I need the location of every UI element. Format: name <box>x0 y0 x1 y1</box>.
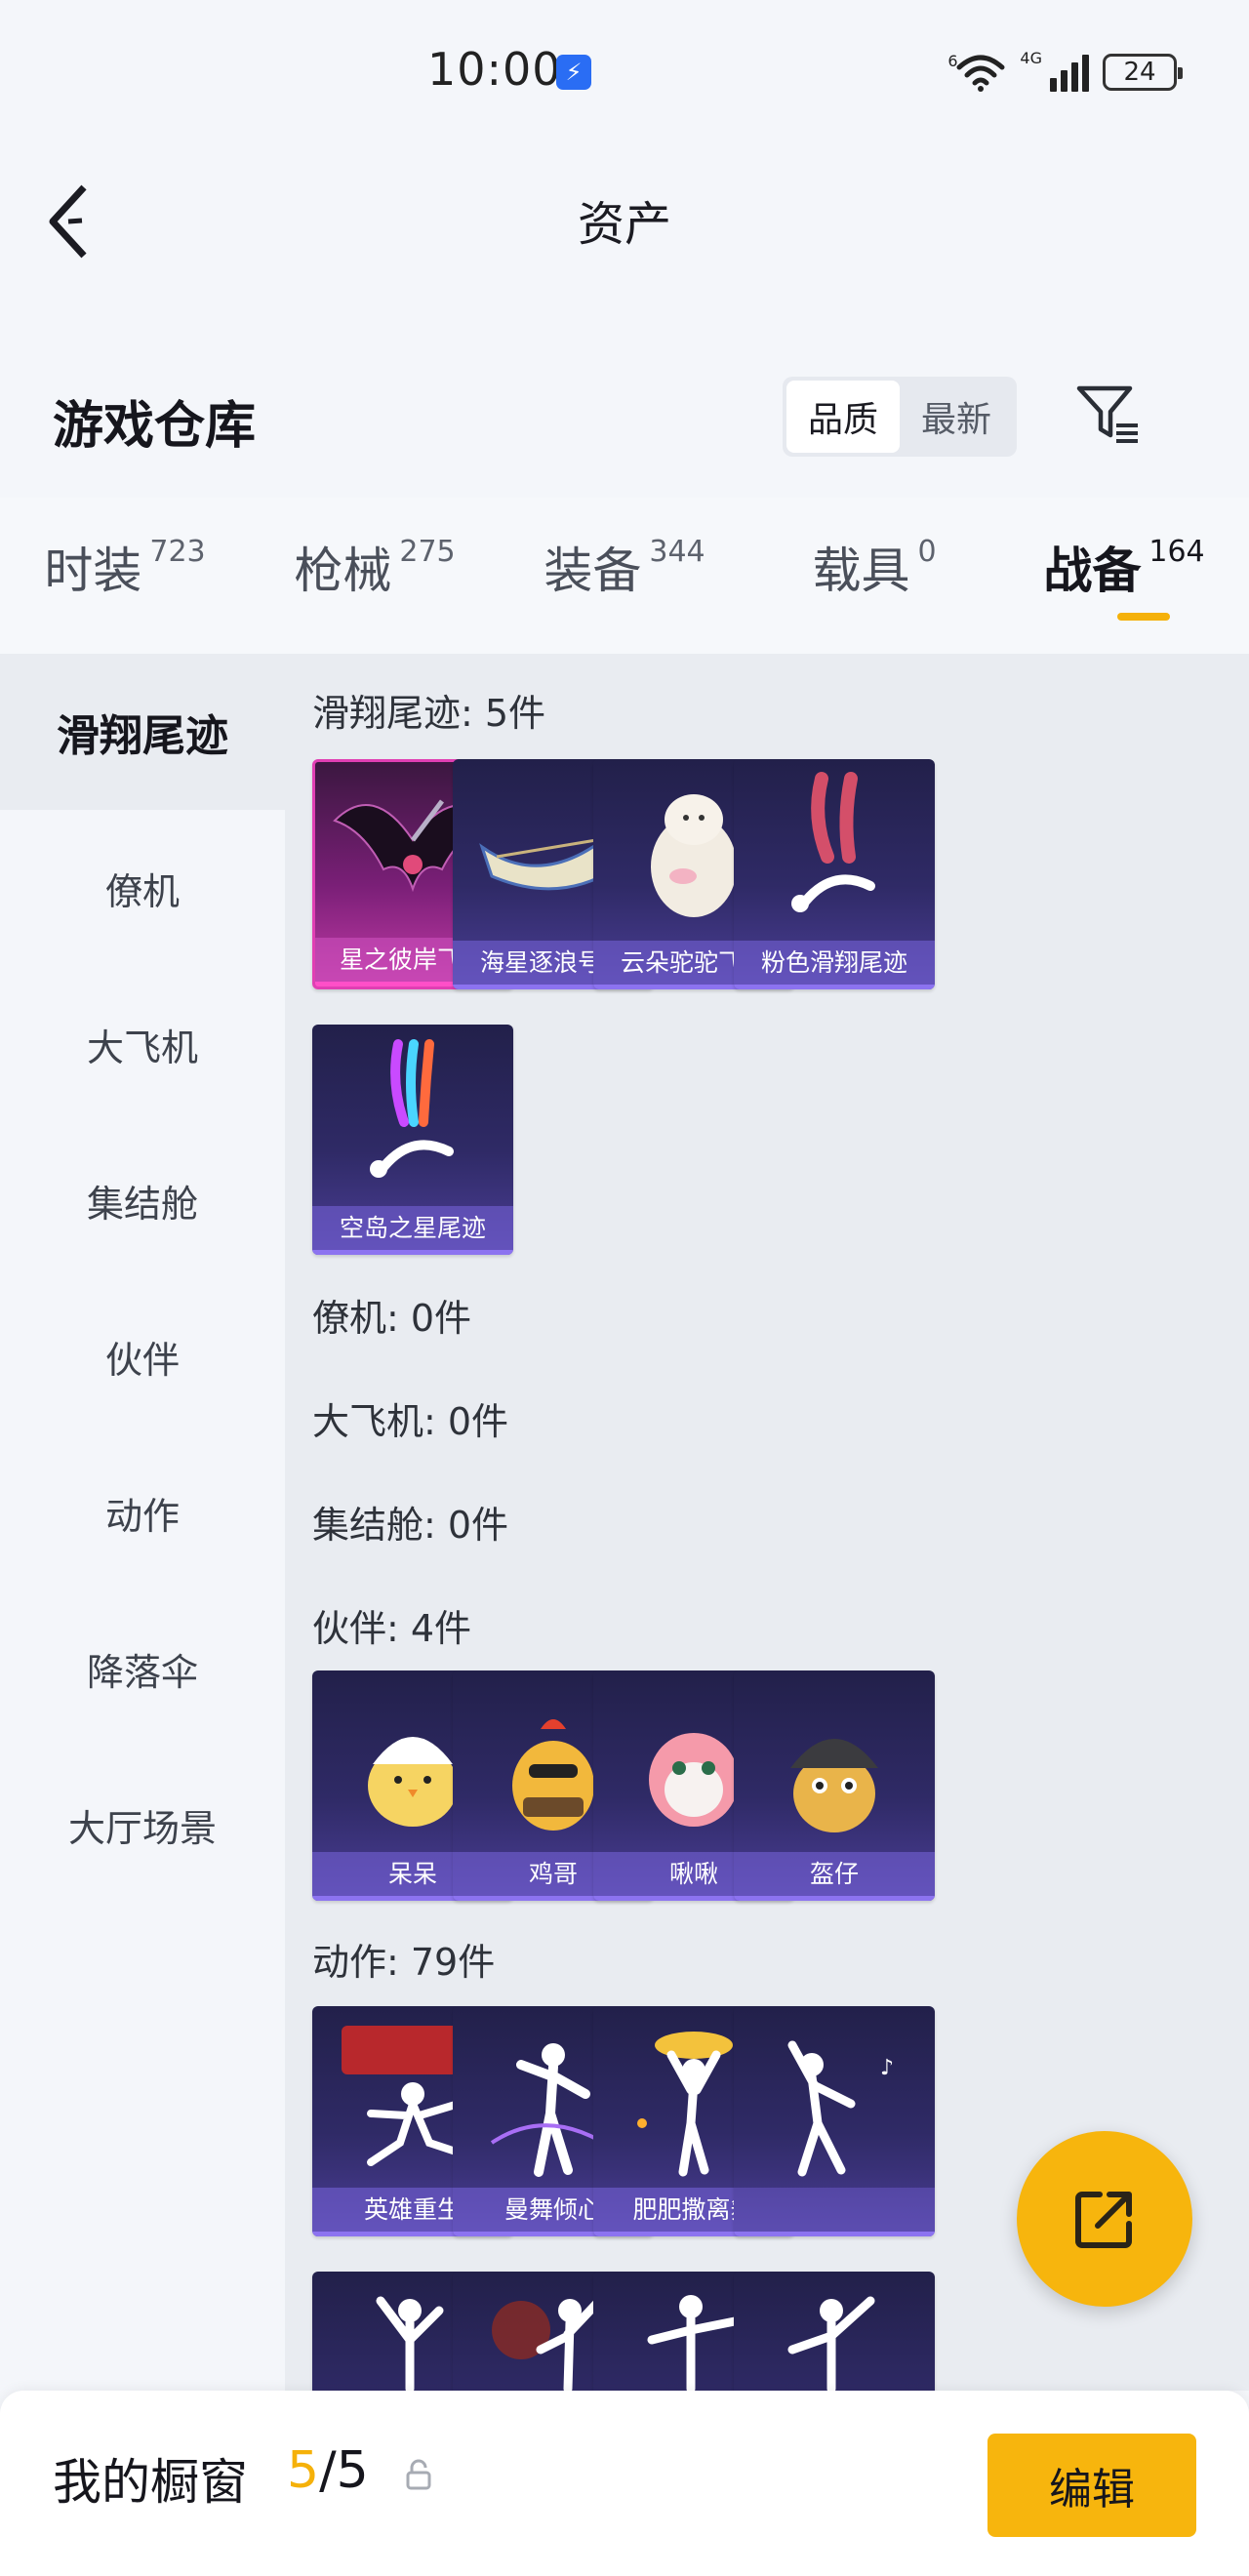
tab-label: 装备 <box>544 543 642 599</box>
showcase-count: 5/5 <box>287 2441 369 2500</box>
sort-newest-button[interactable]: 最新 <box>900 381 1013 453</box>
group-title-wingman: 僚机: 0件 <box>312 1297 472 1340</box>
group-title-emote: 动作: 79件 <box>312 1941 496 1984</box>
header: 资产 <box>0 146 1249 293</box>
item-card[interactable] <box>734 2272 935 2391</box>
showcase-total: 5 <box>336 2441 369 2500</box>
sidebar-item-big-plane[interactable]: 大飞机 <box>0 966 285 1122</box>
item-card[interactable]: 粉色滑翔尾迹 <box>734 759 935 989</box>
tab-label: 枪械 <box>294 543 392 599</box>
tab-count: 164 <box>1148 534 1205 569</box>
item-name: 粉色滑翔尾迹 <box>734 941 935 989</box>
category-tabs: 时装 723 枪械 275 装备 344 载具 0 战备 164 <box>0 498 1249 654</box>
tab-guns[interactable]: 枪械 275 <box>250 498 500 654</box>
status-bar: 10:00 ⚡ 6 4G 24 <box>0 0 1249 146</box>
music-dance-icon: ♪ <box>787 2040 894 2177</box>
group-title-glide: 滑翔尾迹: 5件 <box>312 692 546 735</box>
tab-battle-prep[interactable]: 战备 164 <box>999 498 1249 654</box>
tab-fashion[interactable]: 时装 723 <box>0 498 250 654</box>
lock-icon <box>406 2459 431 2490</box>
battery-level: 24 <box>1123 58 1156 87</box>
tab-count: 723 <box>149 534 206 569</box>
status-time: 10:00 <box>427 43 562 96</box>
helmet-chick-icon <box>790 1739 878 1832</box>
tab-equipment[interactable]: 装备 344 <box>500 498 749 654</box>
item-name <box>734 2188 935 2236</box>
wifi-label: 6 <box>947 52 958 70</box>
item-grid: 滑翔尾迹: 5件 星之彼岸飞… 海星逐浪号… 云朵驼驼飞… 粉色滑翔尾迹 空岛之… <box>285 654 1249 2391</box>
tab-count: 0 <box>917 534 937 569</box>
app-notification-icon: ⚡ <box>556 55 591 90</box>
item-name: 盔仔 <box>734 1852 935 1901</box>
tab-count: 344 <box>649 534 705 569</box>
sort-quality-button[interactable]: 品质 <box>786 381 900 453</box>
svg-text:♪: ♪ <box>880 2056 894 2080</box>
sidebar-item-assembly-pod[interactable]: 集结舱 <box>0 1122 285 1278</box>
tab-label: 时装 <box>44 543 142 599</box>
sidebar-item-wingman[interactable]: 僚机 <box>0 810 285 966</box>
item-card[interactable]: 盔仔 <box>734 1670 935 1901</box>
filter-button[interactable] <box>1073 381 1142 449</box>
sidebar-item-partner[interactable]: 伙伴 <box>0 1278 285 1434</box>
group-title-big-plane: 大飞机: 0件 <box>312 1400 509 1443</box>
wifi-icon: 6 <box>947 52 1006 93</box>
item-name: 空岛之星尾迹 <box>312 1206 513 1255</box>
sidebar-item-emote[interactable]: 动作 <box>0 1434 285 1590</box>
rainbow-trail-icon <box>370 1039 454 1178</box>
tab-label: 载具 <box>812 543 910 599</box>
pink-trail-icon <box>791 772 875 912</box>
showcase-label: 我的橱窗 <box>53 2454 248 2511</box>
page-title: 资产 <box>577 197 671 252</box>
group-title-assembly-pod: 集结舱: 0件 <box>312 1504 509 1547</box>
sidebar-item-parachute[interactable]: 降落伞 <box>0 1590 285 1747</box>
sort-toggle: 品质 最新 <box>783 377 1017 457</box>
tab-count: 275 <box>399 534 456 569</box>
edit-button[interactable]: 编辑 <box>987 2434 1196 2537</box>
sidebar-item-glide-trail[interactable]: 滑翔尾迹 <box>0 654 285 810</box>
battery-icon: 24 <box>1103 54 1183 91</box>
item-card[interactable]: 空岛之星尾迹 <box>312 1025 513 1255</box>
signal-icon <box>1050 53 1089 92</box>
signal-label: 4G <box>1020 49 1042 67</box>
showcase-bar: 我的橱窗 5/5 编辑 <box>0 2391 1249 2576</box>
showcase-separator: / <box>319 2441 337 2500</box>
filter-icon <box>1076 385 1138 443</box>
category-sidebar: 滑翔尾迹 僚机 大飞机 集结舱 伙伴 动作 降落伞 大厅场景 <box>0 654 285 2391</box>
active-tab-indicator <box>1117 613 1170 621</box>
warehouse-header: 游戏仓库 品质 最新 <box>0 351 1249 498</box>
external-link-icon <box>1075 2192 1132 2248</box>
tab-vehicles[interactable]: 载具 0 <box>749 498 999 654</box>
tab-label: 战备 <box>1043 543 1142 599</box>
emote-pose-icon <box>787 2296 875 2391</box>
warehouse-title: 游戏仓库 <box>53 397 257 456</box>
sidebar-item-lobby-scene[interactable]: 大厅场景 <box>0 1747 285 1903</box>
status-indicators: 6 4G 24 <box>947 49 1183 96</box>
item-card[interactable]: ♪ <box>734 2006 935 2236</box>
share-button[interactable] <box>1017 2131 1192 2307</box>
group-title-partner: 伙伴: 4件 <box>312 1607 472 1650</box>
showcase-current: 5 <box>287 2441 320 2500</box>
